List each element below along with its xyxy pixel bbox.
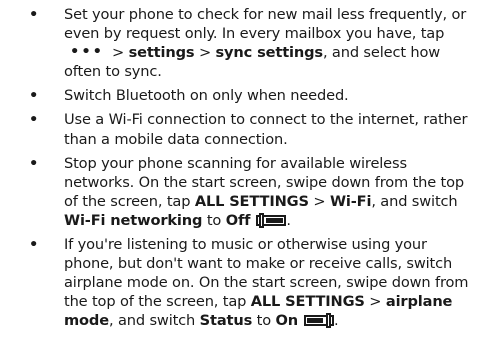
off-keyword: Off xyxy=(225,211,251,229)
tip-text: Set your phone to check for new mail les… xyxy=(64,6,467,43)
tip-text: Use a Wi-Fi connection to connect to the… xyxy=(64,111,468,148)
bullet: • xyxy=(29,87,39,105)
all-settings-keyword: ALL SETTINGS xyxy=(250,293,365,311)
list-item-wifi-connection: • Use a Wi-Fi connection to connect to t… xyxy=(0,110,478,148)
list-item-airplane-mode: • If you're listening to music or otherw… xyxy=(0,235,478,330)
tip-text: to xyxy=(206,211,222,229)
bullet: • xyxy=(29,236,39,254)
tip-text: > xyxy=(198,44,212,62)
sync-settings-keyword: sync settings xyxy=(215,44,324,62)
tip-text: > xyxy=(111,44,125,62)
tip-text: , and switch xyxy=(108,312,196,330)
wifi-networking-keyword: Wi-Fi networking xyxy=(64,211,203,229)
all-settings-keyword: ALL SETTINGS xyxy=(194,192,309,210)
bullet: • xyxy=(29,111,39,129)
more-dots-icon: ••• xyxy=(70,43,104,61)
bullet: • xyxy=(29,154,39,172)
status-keyword: Status xyxy=(199,312,253,330)
battery-tips-list: • Set your phone to check for new mail l… xyxy=(0,5,478,336)
tip-text: . xyxy=(286,211,291,229)
tip-text: > xyxy=(369,293,382,311)
bullet: • xyxy=(29,6,39,23)
list-item-wifi-scanning: • Stop your phone scanning for available… xyxy=(0,154,478,230)
list-item-mail-sync: • Set your phone to check for new mail l… xyxy=(0,5,478,81)
tip-text: . xyxy=(334,312,339,330)
wifi-keyword: Wi-Fi xyxy=(329,192,372,210)
toggle-off-icon xyxy=(256,212,287,228)
settings-keyword: settings xyxy=(128,44,195,62)
on-keyword: On xyxy=(275,312,299,330)
list-item-bluetooth: • Switch Bluetooth on only when needed. xyxy=(0,86,478,105)
tip-text: , and switch xyxy=(371,192,458,210)
toggle-on-icon xyxy=(304,313,335,329)
tip-text: to xyxy=(256,312,272,330)
tip-text: Switch Bluetooth on only when needed. xyxy=(64,87,349,105)
tip-text: > xyxy=(313,192,326,210)
